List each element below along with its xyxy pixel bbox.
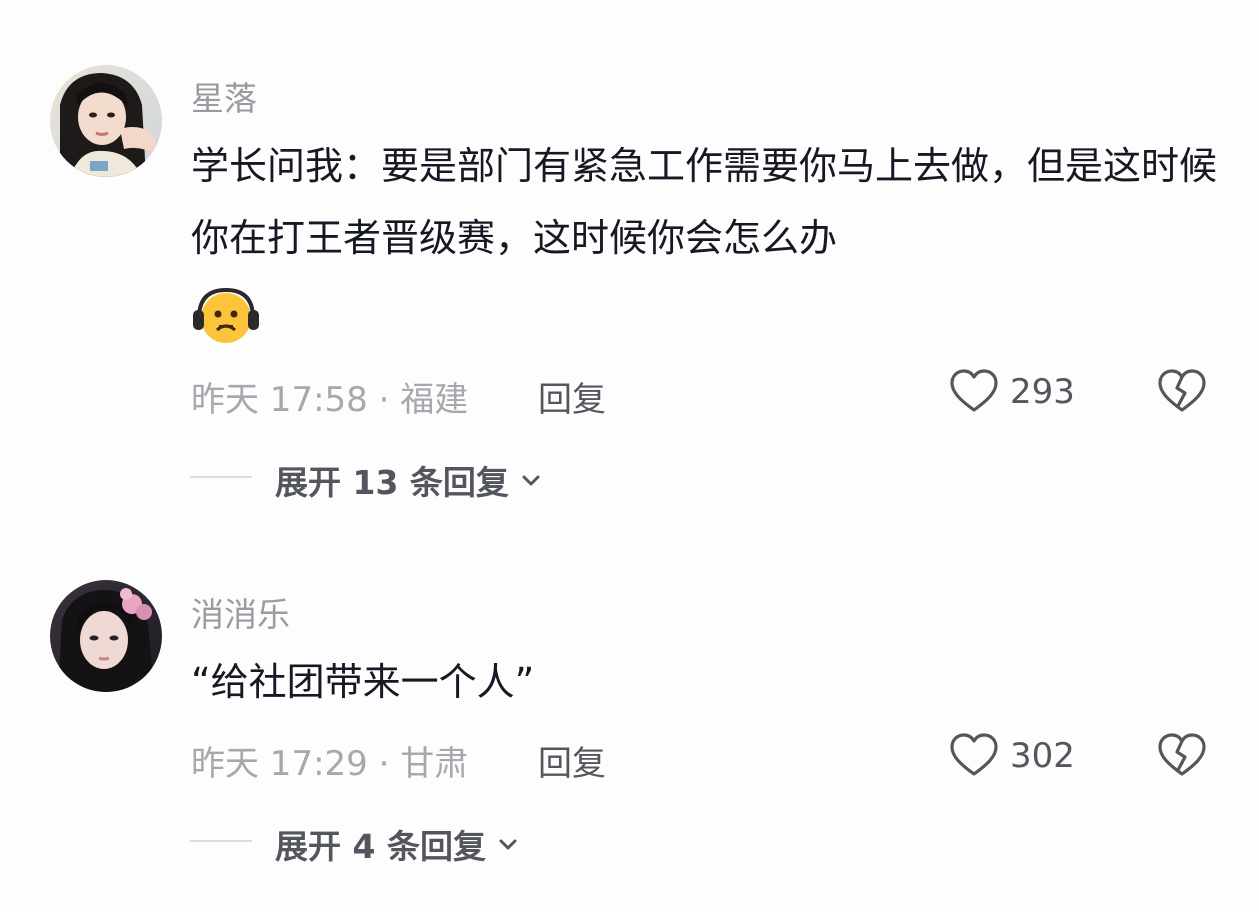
like-button[interactable]: 293: [948, 366, 1075, 418]
comment-meta: 昨天 17:58 · 福建: [191, 380, 469, 420]
expand-replies-label: 展开 13 条回复: [275, 463, 509, 502]
comment-text: 学长问我：要是部门有紧急工作需要你马上去做，但是这时候你在打王者晋级赛，这时候你…: [191, 144, 1218, 260]
comment-username[interactable]: 消消乐: [191, 588, 290, 636]
like-count: 293: [1010, 372, 1075, 412]
comment-item: 星落 学长问我：要是部门有紧急工作需要你马上去做，但是这时候你在打王者晋级赛，这…: [0, 0, 1259, 520]
broken-heart-icon: [1158, 733, 1206, 776]
chevron-down-icon: [499, 839, 517, 850]
expand-replies-button[interactable]: 展开 13 条回复: [275, 456, 545, 504]
expand-replies-button[interactable]: 展开 4 条回复: [275, 820, 522, 868]
avatar[interactable]: [50, 580, 162, 692]
dislike-button[interactable]: [1156, 730, 1208, 782]
expand-replies-label: 展开 4 条回复: [275, 827, 486, 866]
dislike-button[interactable]: [1156, 366, 1208, 418]
like-button[interactable]: 302: [948, 730, 1075, 782]
comment-meta: 昨天 17:29 · 甘肃: [191, 744, 469, 784]
headphones-sad-face-emoji: [191, 286, 261, 346]
comment-item: 消消乐 “给社团带来一个人” 昨天 17:29 · 甘肃 回复 302 展开 4…: [0, 560, 1259, 890]
heart-outline-icon: [950, 369, 998, 412]
expand-divider: [190, 476, 252, 478]
comment-text: “给社团带来一个人”: [191, 660, 535, 704]
comment-username[interactable]: 星落: [191, 72, 257, 120]
reply-button[interactable]: 回复: [538, 736, 606, 785]
reply-button[interactable]: 回复: [538, 372, 606, 421]
broken-heart-icon: [1158, 369, 1206, 412]
expand-divider: [190, 840, 252, 842]
like-count: 302: [1010, 736, 1075, 776]
heart-outline-icon: [950, 733, 998, 776]
avatar[interactable]: [50, 65, 162, 177]
chevron-down-icon: [522, 475, 540, 486]
